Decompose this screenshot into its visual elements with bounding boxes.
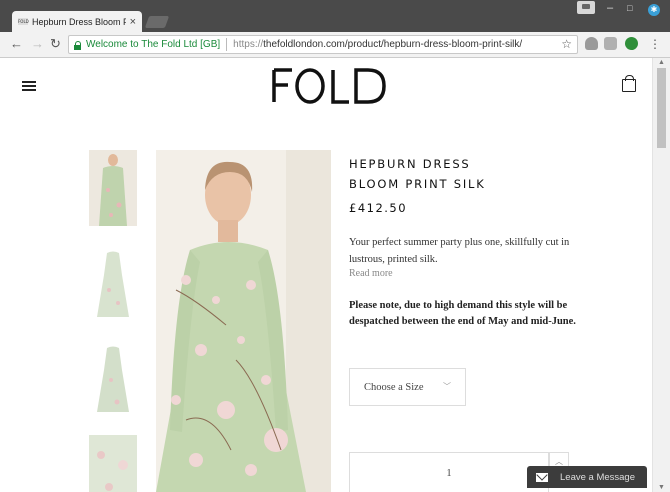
- scroll-down-arrow[interactable]: ▼: [658, 484, 665, 491]
- scrollbar-thumb[interactable]: [657, 68, 666, 148]
- minimize-button[interactable]: –: [607, 2, 613, 14]
- hamburger-icon[interactable]: [22, 81, 36, 91]
- maximize-button[interactable]: □: [627, 3, 632, 13]
- shopping-bag-icon[interactable]: [622, 75, 636, 92]
- browser-titlebar: FOLD Hepburn Dress Bloom Pr × – □ ✱: [0, 0, 670, 32]
- omnibox-divider: [226, 38, 228, 51]
- secure-site-label: Welcome to The Fold Ltd [GB]: [86, 39, 221, 50]
- product-title: HEPBURN DRESS BLOOM PRINT SILK: [349, 154, 549, 194]
- url-scheme: https://: [233, 39, 264, 50]
- bookmark-star-icon[interactable]: ☆: [561, 37, 572, 51]
- browser-tab[interactable]: FOLD Hepburn Dress Bloom Pr ×: [12, 11, 142, 32]
- scroll-up-arrow[interactable]: ▲: [658, 59, 665, 66]
- extension-icon-2[interactable]: [604, 37, 617, 50]
- lock-icon: [74, 40, 82, 50]
- profile-icon[interactable]: [577, 1, 595, 14]
- quantity-value: 1: [446, 467, 452, 479]
- product-title-line-1: HEPBURN DRESS: [349, 157, 471, 171]
- leave-message-label: Leave a Message: [560, 471, 635, 483]
- new-tab-button[interactable]: [144, 16, 170, 28]
- extension-icon[interactable]: ✱: [648, 4, 660, 16]
- url-text: thefoldlondon.com/product/hepburn-dress-…: [263, 39, 523, 50]
- read-more-link[interactable]: Read more: [349, 268, 393, 279]
- browser-menu-icon[interactable]: ⋮: [649, 37, 661, 51]
- product-page: HEPBURN DRESS BLOOM PRINT SILK £412.50 Y…: [0, 58, 652, 492]
- tab-title: Hepburn Dress Bloom Pr: [32, 16, 126, 27]
- product-description: Your perfect summer party plus one, skil…: [349, 237, 570, 265]
- envelope-icon: [536, 472, 548, 482]
- extension-icon-1[interactable]: [585, 37, 598, 50]
- quantity-input[interactable]: 1: [349, 452, 549, 492]
- page-scrollbar[interactable]: ▲ ▼: [652, 58, 670, 492]
- size-select[interactable]: Choose a Size ﹀: [349, 368, 466, 406]
- size-select-value: Choose a Size: [364, 381, 424, 393]
- thumbnail-2[interactable]: [89, 245, 137, 321]
- shipping-note: Please note, due to high demand this sty…: [349, 300, 576, 327]
- thumbnail-3[interactable]: [89, 340, 137, 416]
- browser-toolbar: ← → ↻ Welcome to The Fold Ltd [GB] https…: [0, 32, 670, 58]
- extension-shield-icon[interactable]: [625, 37, 638, 50]
- main-product-image[interactable]: [156, 150, 331, 492]
- back-button[interactable]: ←: [10, 37, 23, 51]
- thumbnail-1[interactable]: [89, 150, 137, 226]
- site-favicon: FOLD: [18, 18, 29, 25]
- tab-close-icon[interactable]: ×: [130, 16, 136, 28]
- forward-button[interactable]: →: [31, 37, 44, 51]
- leave-message-widget[interactable]: Leave a Message: [527, 466, 647, 488]
- product-title-line-2: BLOOM PRINT SILK: [349, 177, 486, 191]
- address-bar[interactable]: Welcome to The Fold Ltd [GB] https:// th…: [68, 35, 578, 54]
- thumbnail-4[interactable]: [89, 435, 137, 492]
- product-price: £412.50: [349, 201, 408, 215]
- chevron-down-icon: ﹀: [443, 382, 451, 391]
- reload-button[interactable]: ↻: [50, 37, 61, 51]
- fold-logo[interactable]: [270, 66, 390, 106]
